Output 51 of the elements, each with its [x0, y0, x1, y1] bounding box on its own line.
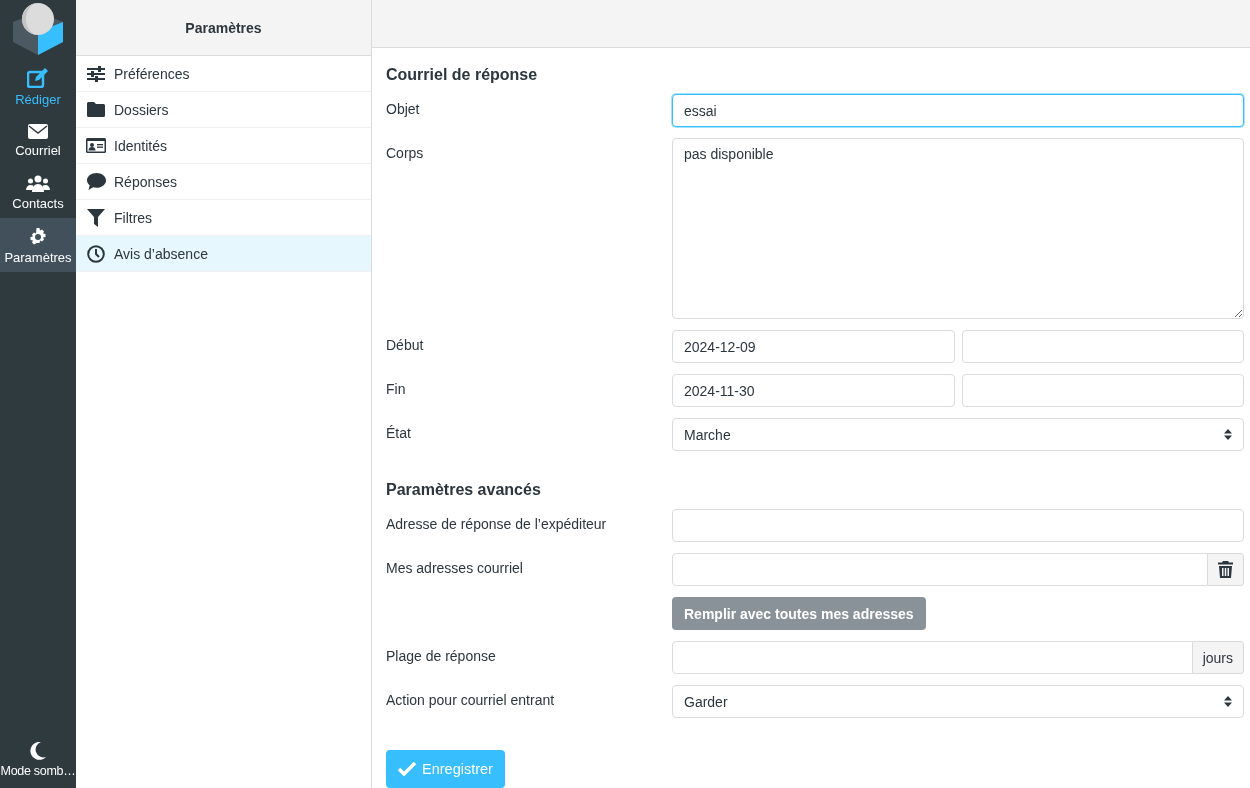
date-field[interactable]: 2024-11-30 — [672, 374, 955, 407]
moon-icon — [30, 742, 46, 760]
settings-icon — [29, 228, 47, 246]
nav-item[interactable]: Paramètres — [0, 218, 76, 272]
unit-label: jours — [1192, 641, 1244, 674]
section-title: Paramètres avancés — [386, 480, 542, 500]
field-label: Action pour courriel entrant — [386, 691, 556, 710]
envelope-icon — [28, 124, 48, 139]
time-field[interactable] — [961, 330, 1244, 363]
sort-caret-icon — [1224, 429, 1232, 440]
field-label: Mes adresses courriel — [386, 559, 524, 578]
filter-icon — [87, 208, 105, 227]
text-field[interactable] — [672, 553, 1208, 586]
field-label: Adresse de réponse de l’expéditeur — [386, 515, 608, 534]
select-field[interactable]: Marche — [672, 418, 1244, 451]
field-label: Objet — [386, 100, 421, 119]
text-area[interactable]: pas disponible — [672, 138, 1244, 319]
section-title: Courriel de réponse — [386, 65, 539, 85]
field-label: Plage de réponse — [386, 647, 497, 666]
field-label: Début — [386, 336, 425, 355]
date-field[interactable]: 2024-12-09 — [672, 330, 955, 363]
settings-item[interactable]: Préférences — [76, 56, 371, 92]
nav-item[interactable]: Courriel — [0, 114, 76, 165]
trash-icon — [1218, 561, 1233, 578]
clock-icon — [87, 244, 105, 263]
time-field[interactable] — [961, 374, 1244, 407]
field-label: Corps — [386, 144, 425, 163]
nav-item[interactable]: Contacts — [0, 165, 76, 218]
delete-button[interactable] — [1208, 553, 1244, 586]
sliders-icon — [87, 65, 105, 82]
text-field[interactable] — [672, 509, 1244, 542]
settings-item[interactable]: Identités — [76, 128, 371, 164]
users-icon — [26, 175, 50, 192]
nav-item[interactable]: Rédiger — [0, 58, 76, 114]
field-label: Fin — [386, 380, 407, 399]
field-label: État — [386, 424, 412, 443]
edit-icon — [27, 68, 49, 88]
text-field[interactable] — [672, 641, 1193, 674]
panel-title: Paramètres — [185, 19, 262, 36]
settings-item[interactable]: Avis d’absence — [76, 236, 371, 272]
dark-mode-toggle[interactable]: Mode somb… — [0, 734, 76, 788]
settings-item[interactable]: Dossiers — [76, 92, 371, 128]
settings-item[interactable]: Réponses — [76, 164, 371, 200]
select-field[interactable]: Garder — [672, 685, 1244, 718]
sort-caret-icon — [1224, 696, 1232, 707]
speech-bubble-icon — [86, 173, 106, 190]
checkmark-icon — [398, 762, 416, 776]
id-card-icon — [86, 138, 106, 153]
folder-icon — [87, 102, 105, 117]
logo-icon — [11, 2, 65, 56]
text-field[interactable]: essai — [672, 94, 1244, 127]
